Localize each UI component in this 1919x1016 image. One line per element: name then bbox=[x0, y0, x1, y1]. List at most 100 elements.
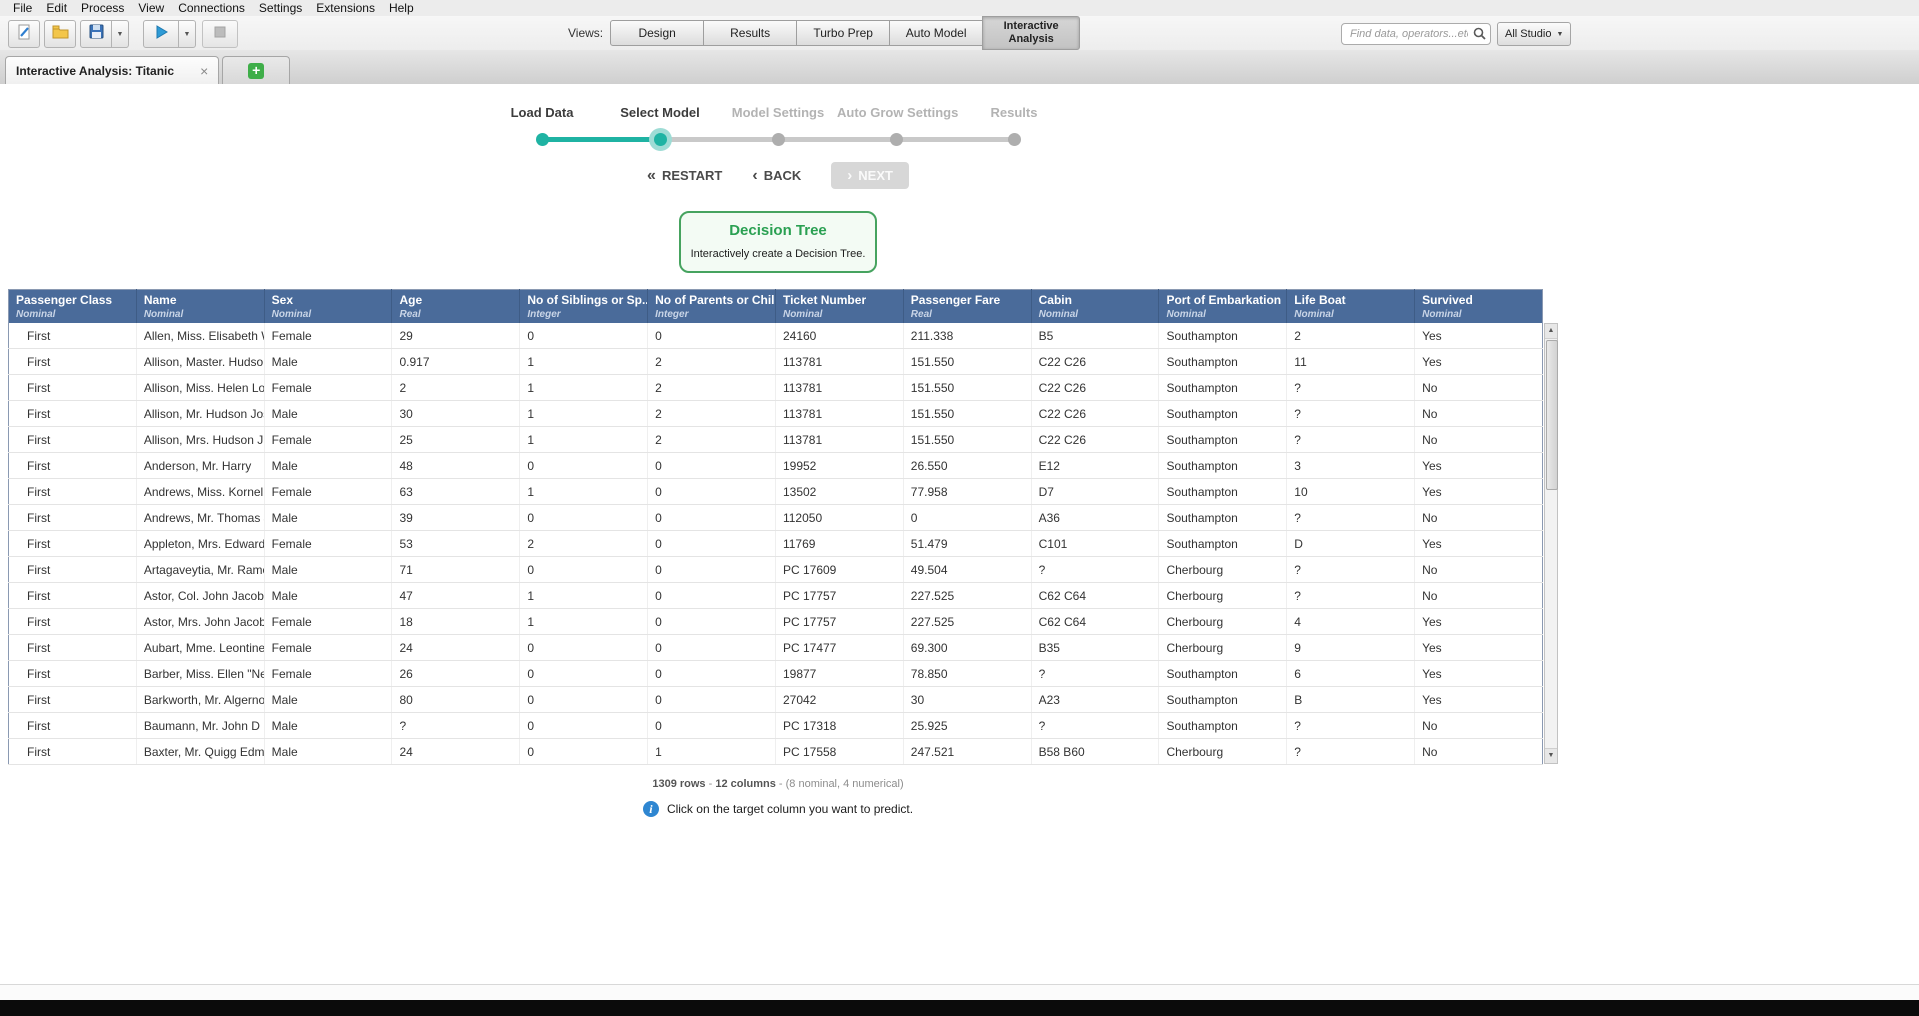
step-load-data: Load Data bbox=[483, 105, 601, 146]
view-button-design[interactable]: Design bbox=[610, 20, 704, 46]
table-cell: Yes bbox=[1415, 687, 1543, 713]
table-cell: 9 bbox=[1287, 635, 1415, 661]
table-cell: C22 C26 bbox=[1031, 401, 1159, 427]
view-button-auto-model[interactable]: Auto Model bbox=[889, 20, 983, 46]
tab-close-icon[interactable]: × bbox=[200, 64, 208, 78]
global-search: All Studio ▼ bbox=[1341, 22, 1571, 46]
table-cell: First bbox=[9, 557, 137, 583]
table-cell: Astor, Col. John Jacob bbox=[136, 583, 264, 609]
open-button[interactable] bbox=[44, 20, 76, 48]
column-header-cabin[interactable]: CabinNominal bbox=[1031, 290, 1159, 324]
new-process-button[interactable] bbox=[8, 20, 40, 48]
table-cell: 0 bbox=[648, 609, 776, 635]
table-cell: 47 bbox=[392, 583, 520, 609]
search-input[interactable] bbox=[1341, 23, 1491, 45]
view-button-interactive-analysis[interactable]: Interactive Analysis bbox=[982, 16, 1080, 50]
table-cell: ? bbox=[1287, 401, 1415, 427]
table-cell: ? bbox=[1287, 557, 1415, 583]
table-cell: First bbox=[9, 713, 137, 739]
column-header-port-of-embarkation[interactable]: Port of EmbarkationNominal bbox=[1159, 290, 1287, 324]
column-header-ticket-number[interactable]: Ticket NumberNominal bbox=[775, 290, 903, 324]
chevron-left-icon: ‹ bbox=[752, 169, 757, 182]
table-cell: First bbox=[9, 323, 137, 349]
menu-item-process[interactable]: Process bbox=[74, 1, 131, 15]
column-header-life-boat[interactable]: Life BoatNominal bbox=[1287, 290, 1415, 324]
step-label: Load Data bbox=[483, 105, 601, 126]
table-cell: 25 bbox=[392, 427, 520, 453]
table-cell: 151.550 bbox=[903, 427, 1031, 453]
table-cell: 0 bbox=[648, 479, 776, 505]
table-cell: Southampton bbox=[1159, 505, 1287, 531]
column-header-age[interactable]: AgeReal bbox=[392, 290, 520, 324]
table-cell: Female bbox=[264, 609, 392, 635]
tab-title: Interactive Analysis: Titanic bbox=[16, 64, 174, 78]
column-header-sex[interactable]: SexNominal bbox=[264, 290, 392, 324]
restart-button[interactable]: « RESTART bbox=[647, 168, 722, 183]
menu-item-connections[interactable]: Connections bbox=[171, 1, 252, 15]
table-cell: Yes bbox=[1415, 479, 1543, 505]
table-cell: Yes bbox=[1415, 609, 1543, 635]
table-cell: 0 bbox=[520, 323, 648, 349]
table-cell: Male bbox=[264, 401, 392, 427]
table-cell: PC 17558 bbox=[775, 739, 903, 765]
table-cell: Allison, Mrs. Hudson J ... bbox=[136, 427, 264, 453]
views-label: Views: bbox=[568, 26, 603, 40]
hint-text: Click on the target column you want to p… bbox=[667, 802, 913, 816]
column-header-survived[interactable]: SurvivedNominal bbox=[1415, 290, 1543, 324]
menu-item-file[interactable]: File bbox=[6, 1, 39, 15]
step-dot-pending bbox=[772, 133, 785, 146]
view-button-turbo-prep[interactable]: Turbo Prep bbox=[796, 20, 890, 46]
double-chevron-left-icon: « bbox=[647, 169, 656, 182]
column-header-passenger-class[interactable]: Passenger ClassNominal bbox=[9, 290, 137, 324]
scroll-up-button[interactable]: ▲ bbox=[1545, 324, 1557, 339]
stop-button[interactable] bbox=[202, 20, 238, 48]
new-tab-button[interactable]: + bbox=[222, 56, 290, 84]
table-cell: 48 bbox=[392, 453, 520, 479]
save-dropdown-button[interactable]: ▼ bbox=[111, 20, 129, 48]
decision-tree-card[interactable]: Decision Tree Interactively create a Dec… bbox=[679, 211, 877, 273]
stop-square-icon bbox=[213, 25, 227, 44]
vertical-scrollbar[interactable]: ▲ ▼ bbox=[1544, 323, 1558, 764]
menu-item-edit[interactable]: Edit bbox=[39, 1, 74, 15]
table-cell: 13502 bbox=[775, 479, 903, 505]
next-button[interactable]: › NEXT bbox=[831, 162, 909, 189]
table-cell: Barkworth, Mr. Algernon... bbox=[136, 687, 264, 713]
info-icon: i bbox=[643, 801, 659, 817]
save-button[interactable] bbox=[80, 20, 112, 48]
search-scope-dropdown[interactable]: All Studio ▼ bbox=[1497, 22, 1571, 46]
menu-item-settings[interactable]: Settings bbox=[252, 1, 309, 15]
scroll-down-button[interactable]: ▼ bbox=[1545, 748, 1557, 763]
menu-item-help[interactable]: Help bbox=[382, 1, 421, 15]
table-cell: 25.925 bbox=[903, 713, 1031, 739]
scroll-thumb[interactable] bbox=[1546, 340, 1558, 490]
view-button-results[interactable]: Results bbox=[703, 20, 797, 46]
table-cell: Southampton bbox=[1159, 427, 1287, 453]
run-button[interactable] bbox=[143, 20, 179, 48]
step-select-model: Select Model bbox=[601, 105, 719, 146]
table-cell: First bbox=[9, 661, 137, 687]
table-cell: C62 C64 bbox=[1031, 609, 1159, 635]
run-dropdown-button[interactable]: ▼ bbox=[178, 20, 196, 48]
table-cell: 39 bbox=[392, 505, 520, 531]
table-row: FirstAndrews, Miss. Korneli...Female6310… bbox=[9, 479, 1543, 505]
menu-item-extensions[interactable]: Extensions bbox=[309, 1, 382, 15]
table-row: FirstAnderson, Mr. HarryMale48001995226.… bbox=[9, 453, 1543, 479]
table-cell: ? bbox=[1031, 557, 1159, 583]
tab-interactive-analysis-titanic[interactable]: Interactive Analysis: Titanic × bbox=[5, 56, 219, 84]
table-cell: 227.525 bbox=[903, 583, 1031, 609]
table-cell: 1 bbox=[520, 375, 648, 401]
column-header-name[interactable]: NameNominal bbox=[136, 290, 264, 324]
interactive-analysis-panel: Load Data Select Model Model Settings Au… bbox=[0, 84, 1919, 985]
table-cell: 2 bbox=[648, 427, 776, 453]
column-header-no-of-siblings-or-sp[interactable]: No of Siblings or Sp...Integer bbox=[520, 290, 648, 324]
column-header-passenger-fare[interactable]: Passenger FareReal bbox=[903, 290, 1031, 324]
table-cell: 2 bbox=[392, 375, 520, 401]
table-row: FirstArtagaveytia, Mr. RamonMale7100PC 1… bbox=[9, 557, 1543, 583]
table-cell: 151.550 bbox=[903, 349, 1031, 375]
back-button[interactable]: ‹ BACK bbox=[752, 168, 801, 183]
tab-strip: Interactive Analysis: Titanic × + bbox=[0, 50, 1919, 85]
table-row: FirstBarber, Miss. Ellen "Nel...Female26… bbox=[9, 661, 1543, 687]
menu-item-view[interactable]: View bbox=[131, 1, 171, 15]
table-cell: Cherbourg bbox=[1159, 583, 1287, 609]
column-header-no-of-parents-or-chil[interactable]: No of Parents or Chil...Integer bbox=[648, 290, 776, 324]
